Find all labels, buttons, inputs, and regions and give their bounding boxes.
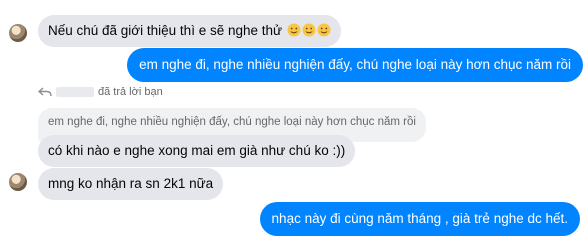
outgoing-message[interactable]: em nghe đi, nghe nhiều nghiện đấy, chú n… — [127, 48, 583, 82]
message-text: Nếu chú đã giới thiệu thì e sẽ nghe thử — [48, 23, 283, 38]
smiling-face-emoji-icon — [302, 22, 316, 40]
message-text: có khi nào e nghe xong mai em già như ch… — [48, 143, 346, 158]
smiling-face-emoji-icon — [317, 22, 331, 40]
incoming-message[interactable]: Nếu chú đã giới thiệu thì e sẽ nghe thử — [38, 15, 341, 47]
message-text: nhạc này đi cùng năm tháng , già trẻ ngh… — [271, 211, 568, 226]
contact-avatar[interactable] — [9, 173, 27, 191]
reply-arrow-icon — [38, 87, 52, 97]
smiling-face-emoji-icon — [287, 22, 301, 40]
incoming-message[interactable]: mng ko nhận ra sn 2k1 nữa — [38, 168, 224, 200]
message-text: mng ko nhận ra sn 2k1 nữa — [48, 176, 214, 191]
reply-indicator: đã trả lời bạn — [38, 86, 163, 98]
message-text: em nghe đi, nghe nhiều nghiện đấy, chú n… — [139, 57, 571, 72]
quoted-text: em nghe đi, nghe nhiều nghiện đấy, chú n… — [48, 116, 416, 128]
incoming-message[interactable]: có khi nào e nghe xong mai em già như ch… — [38, 135, 356, 167]
contact-avatar[interactable] — [9, 24, 27, 42]
reply-label: đã trả lời bạn — [98, 86, 163, 98]
outgoing-message[interactable]: nhạc này đi cùng năm tháng , già trẻ ngh… — [259, 202, 580, 236]
sender-name-redacted — [56, 87, 94, 97]
